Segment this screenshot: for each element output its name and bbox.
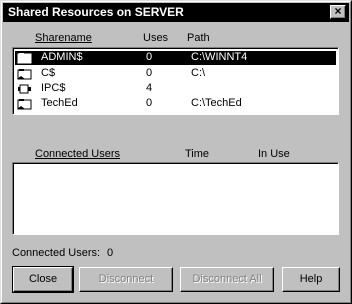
disconnect-all-button[interactable]: Disconnect All — [180, 267, 274, 292]
close-window-button[interactable]: × — [330, 5, 346, 19]
shared-resources-dialog: Shared Resources on SERVER × Sharename U… — [0, 0, 352, 304]
dialog-title: Shared Resources on SERVER — [8, 5, 184, 19]
share-uses: 0 — [146, 67, 153, 79]
title-bar[interactable]: Shared Resources on SERVER × — [3, 3, 349, 22]
share-name: IPC$ — [41, 82, 66, 94]
folder-share-icon — [17, 53, 32, 64]
help-button[interactable]: Help — [282, 267, 340, 292]
share-uses: 4 — [146, 82, 153, 94]
pipe-icon — [18, 84, 31, 94]
share-path: C:\ — [191, 67, 206, 79]
header-connected-users: Connected Users — [35, 148, 120, 160]
share-row-teched[interactable]: TechEd 0 C:\TechEd — [15, 97, 336, 111]
share-row-c[interactable]: C$ 0 C:\ — [15, 67, 336, 81]
share-row-admin[interactable]: ADMIN$ 0 C:\WINNT4 — [15, 51, 336, 65]
share-path: C:\TechEd — [191, 97, 242, 109]
share-uses: 0 — [146, 51, 153, 63]
header-uses: Uses — [143, 32, 169, 44]
connected-users-listbox[interactable] — [12, 162, 339, 235]
close-icon: × — [334, 4, 342, 18]
shares-listbox[interactable]: ADMIN$ 0 C:\WINNT4 C$ 0 C:\ IPC$ 4 TechE… — [12, 47, 339, 115]
folder-share-icon — [17, 99, 32, 110]
header-time: Time — [185, 148, 210, 160]
header-path: Path — [187, 32, 210, 44]
header-sharename: Sharename — [35, 32, 92, 44]
folder-share-icon — [17, 69, 32, 80]
close-button[interactable]: Close — [12, 266, 74, 293]
disconnect-button[interactable]: Disconnect — [79, 267, 173, 292]
share-path: C:\WINNT4 — [191, 51, 248, 63]
share-name: TechEd — [41, 97, 78, 109]
connected-users-label: Connected Users: — [12, 247, 101, 259]
share-name: C$ — [41, 67, 56, 79]
share-name: ADMIN$ — [41, 51, 83, 63]
share-uses: 0 — [146, 97, 153, 109]
connected-users-count: 0 — [107, 247, 114, 259]
header-in-use: In Use — [258, 148, 290, 160]
share-row-ipc[interactable]: IPC$ 4 — [15, 82, 336, 96]
